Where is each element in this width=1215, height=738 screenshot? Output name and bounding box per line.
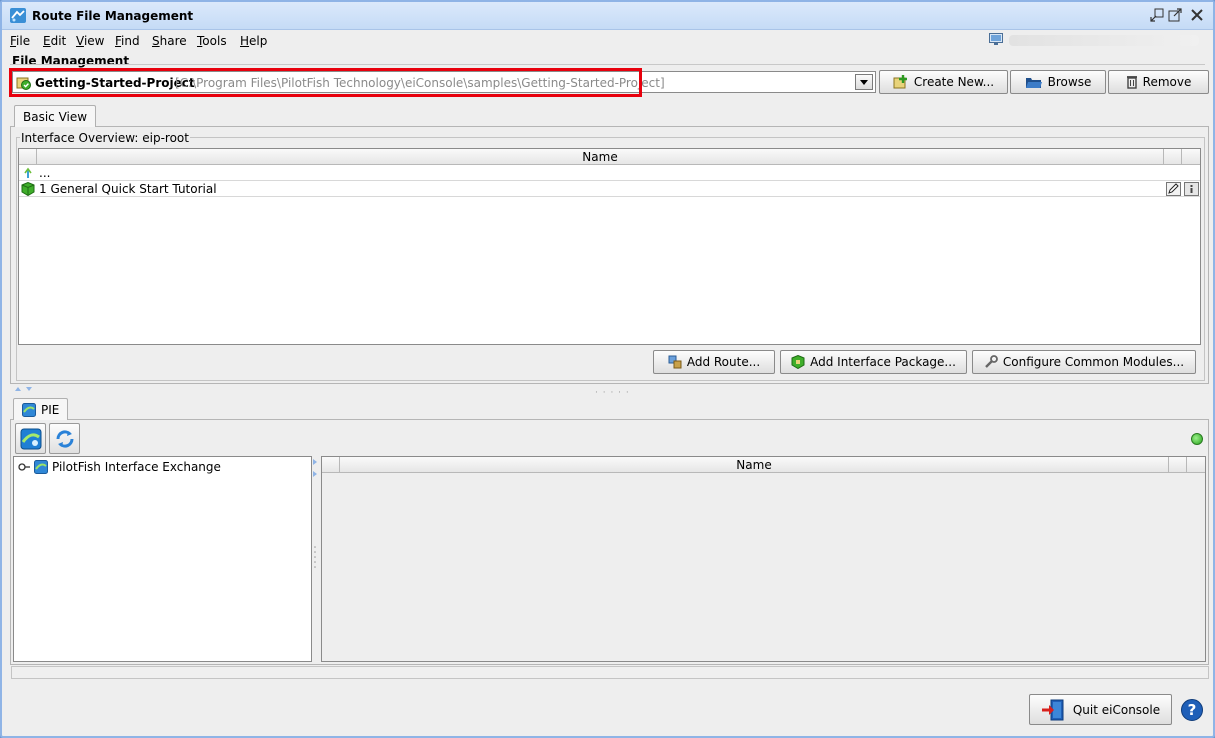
dropdown-button[interactable] (855, 74, 873, 90)
pie-open-button[interactable] (15, 423, 46, 454)
refresh-button[interactable] (49, 423, 80, 454)
column-header-name[interactable]: Name (340, 458, 1168, 472)
interface-package-icon (21, 182, 35, 196)
chevron-down-icon (860, 80, 868, 85)
interface-package-icon (791, 355, 805, 369)
menu-tools[interactable]: Tools (197, 34, 227, 48)
file-management-label: File Management (12, 54, 130, 68)
window-title: Route File Management (32, 9, 194, 23)
trash-icon (1126, 76, 1137, 89)
main-window: Route File Management File Edit View Fin… (0, 0, 1215, 738)
row-label: 1 General Quick Start Tutorial (39, 182, 217, 196)
maximize-icon[interactable] (1168, 8, 1182, 22)
status-area (989, 32, 1209, 48)
add-route-button[interactable]: Add Route... (653, 350, 775, 374)
table-row-parent[interactable]: ... (19, 165, 1200, 181)
splitter-handle[interactable]: · · · · · (595, 388, 630, 398)
menu-share[interactable]: Share (152, 34, 187, 48)
split-arrows-icon[interactable] (13, 385, 35, 393)
project-name: Getting-Started-Project (35, 76, 195, 90)
menu-view[interactable]: View (76, 34, 104, 48)
tree-expand-icon[interactable] (18, 462, 30, 472)
add-interface-package-button[interactable]: Add Interface Package... (780, 350, 967, 374)
monitor-icon (989, 33, 1003, 45)
pie-exchange-icon (20, 428, 42, 450)
new-project-icon (893, 75, 907, 89)
tab-pie[interactable]: PIE (13, 398, 69, 420)
up-arrow-icon (24, 167, 32, 178)
menu-find[interactable]: Find (115, 34, 140, 48)
info-icon[interactable] (1184, 182, 1199, 196)
wrench-icon (985, 355, 998, 368)
title-bar: Route File Management (2, 2, 1213, 30)
pie-table: Name (321, 456, 1206, 662)
edit-icon[interactable] (1166, 182, 1181, 196)
row-label: ... (39, 166, 51, 180)
table-row[interactable]: 1 General Quick Start Tutorial (19, 181, 1200, 197)
close-icon[interactable] (1190, 8, 1204, 22)
divider (10, 64, 1205, 65)
browse-button[interactable]: Browse (1010, 70, 1106, 94)
configure-common-modules-button[interactable]: Configure Common Modules... (972, 350, 1196, 374)
quit-button[interactable]: Quit eiConsole (1029, 694, 1172, 725)
interface-overview-title: Interface Overview: eip-root (20, 131, 190, 145)
remove-button[interactable]: Remove (1108, 70, 1209, 94)
pie-exchange-icon (34, 460, 48, 474)
interface-table: Name ... 1 General Quick Start Tutorial (18, 148, 1201, 345)
menu-edit[interactable]: Edit (43, 34, 66, 48)
tab-basic-view[interactable]: Basic View (14, 105, 97, 127)
horizontal-scrollbar[interactable] (11, 666, 1209, 679)
table-header: Name (322, 457, 1205, 473)
menu-help[interactable]: Help (240, 34, 267, 48)
table-header: Name (19, 149, 1200, 165)
connection-status-icon (1191, 433, 1203, 445)
exit-door-icon (1041, 699, 1064, 720)
status-indicator (1009, 35, 1199, 46)
create-new-button[interactable]: Create New... (879, 70, 1008, 94)
column-header-name[interactable]: Name (37, 150, 1163, 164)
add-route-icon (668, 355, 682, 369)
pie-icon (22, 402, 36, 417)
refresh-icon (56, 430, 74, 448)
help-icon[interactable]: ? (1181, 699, 1203, 721)
tree-item-pilotfish-interface-exchange[interactable]: PilotFish Interface Exchange (18, 459, 221, 475)
project-path: [C:\Program Files\PilotFish Technology\e… (175, 76, 665, 90)
project-selector[interactable]: Getting-Started-Project [C:\Program File… (12, 71, 876, 93)
app-icon (10, 8, 26, 23)
vertical-splitter-handle[interactable] (312, 457, 320, 577)
pie-tree: PilotFish Interface Exchange (13, 456, 312, 662)
restore-icon[interactable] (1150, 8, 1164, 22)
folder-icon (1025, 78, 1042, 88)
menu-file[interactable]: File (10, 34, 30, 48)
project-icon (16, 77, 31, 90)
